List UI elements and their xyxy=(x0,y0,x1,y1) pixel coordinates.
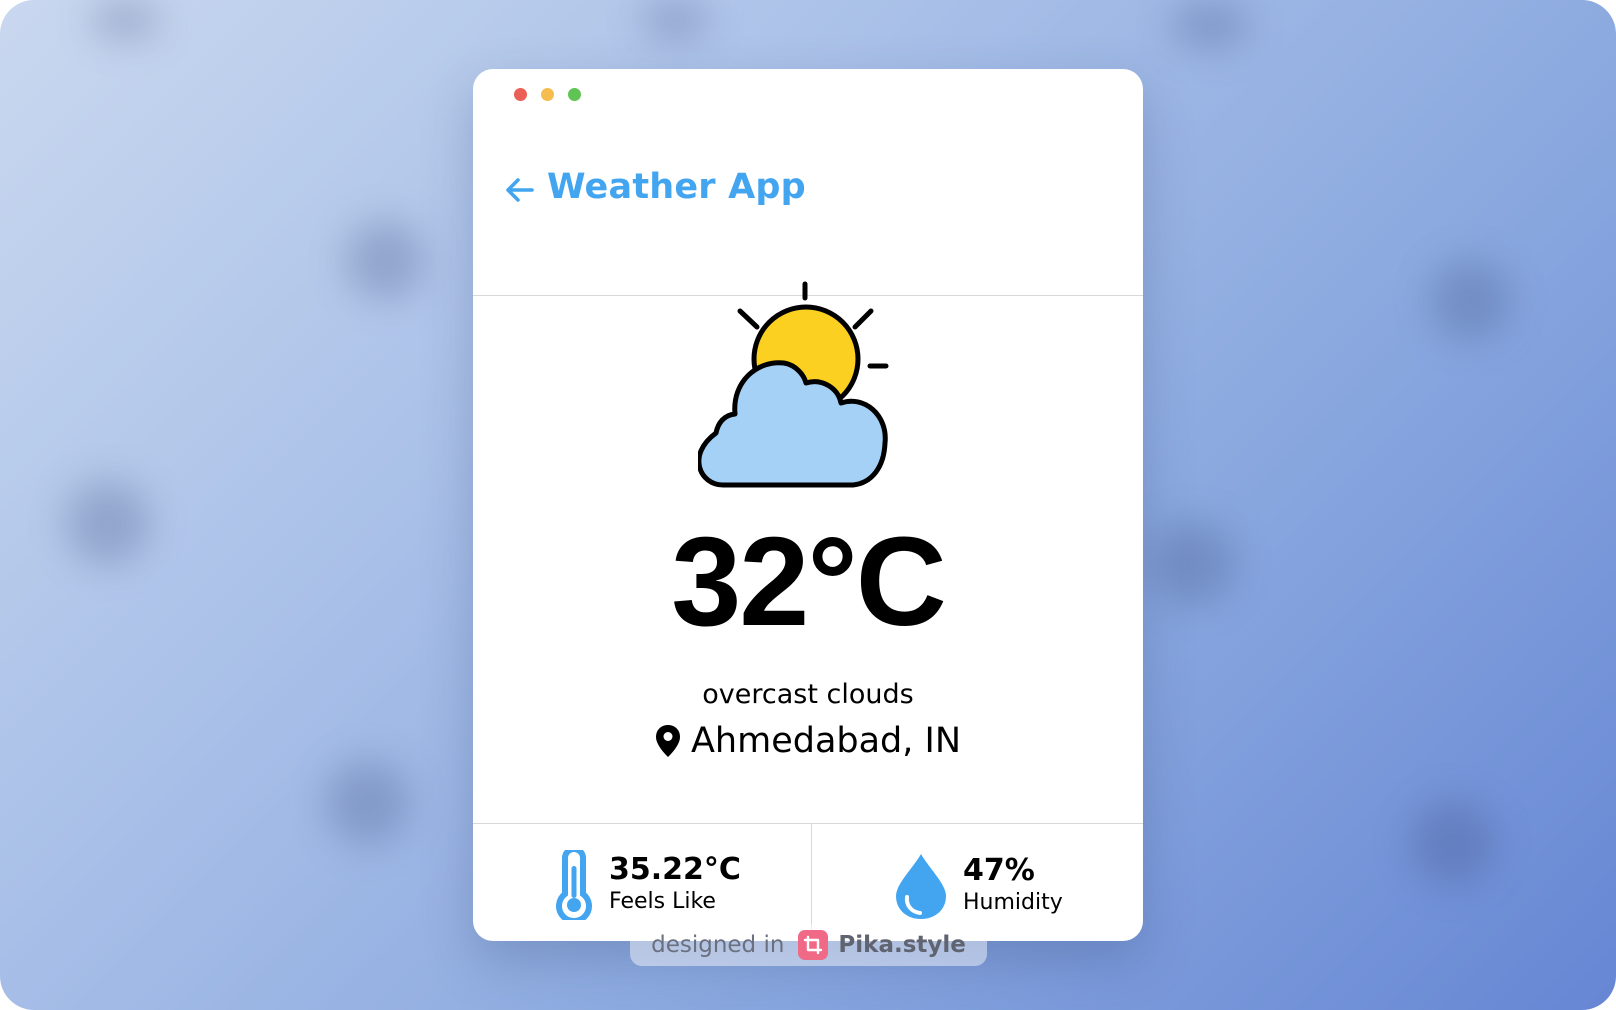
window-controls xyxy=(514,88,581,101)
watermark-prefix: designed in xyxy=(651,932,785,958)
minimize-window-button[interactable] xyxy=(541,88,554,101)
water-drop-icon xyxy=(896,854,946,919)
arrow-left-icon[interactable] xyxy=(502,172,538,208)
map-pin-icon xyxy=(655,725,680,757)
maximize-window-button[interactable] xyxy=(568,88,581,101)
page-title: Weather App xyxy=(547,167,806,207)
app-header xyxy=(473,119,1143,296)
background-blur-spot xyxy=(640,0,710,40)
location-label: Ahmedabad, IN xyxy=(690,721,962,761)
background-blur-spot xyxy=(90,0,160,40)
pika-crop-icon xyxy=(798,930,829,960)
location: Ahmedabad, IN xyxy=(473,721,1143,761)
background-blur-spot xyxy=(325,760,410,845)
humidity-stat: 47% Humidity xyxy=(893,852,1063,920)
background-blur-spot xyxy=(1410,800,1495,885)
background: Weather App 32°C overcast clouds Ahmedab… xyxy=(0,0,1616,1010)
background-blur-spot xyxy=(1170,0,1250,50)
watermark-badge[interactable]: designed in Pika.style xyxy=(630,924,987,966)
app-window: Weather App 32°C overcast clouds Ahmedab… xyxy=(473,69,1143,941)
feels-like-stat: 35.22°C Feels Like xyxy=(553,850,741,920)
background-blur-spot xyxy=(1150,520,1235,605)
partly-cloudy-icon xyxy=(698,281,889,488)
humidity-value: 47% xyxy=(963,853,1035,888)
weather-description: overcast clouds xyxy=(702,679,914,710)
background-blur-spot xyxy=(1430,260,1510,340)
watermark-brand: Pika.style xyxy=(838,932,966,958)
humidity-label: Humidity xyxy=(963,890,1063,915)
temperature: 32°C xyxy=(671,511,947,652)
close-window-button[interactable] xyxy=(514,88,527,101)
feels-like-value: 35.22°C xyxy=(609,852,741,887)
background-blur-spot xyxy=(345,220,425,300)
thermometer-icon xyxy=(556,850,592,920)
feels-like-label: Feels Like xyxy=(609,889,716,914)
background-blur-spot xyxy=(65,480,150,565)
